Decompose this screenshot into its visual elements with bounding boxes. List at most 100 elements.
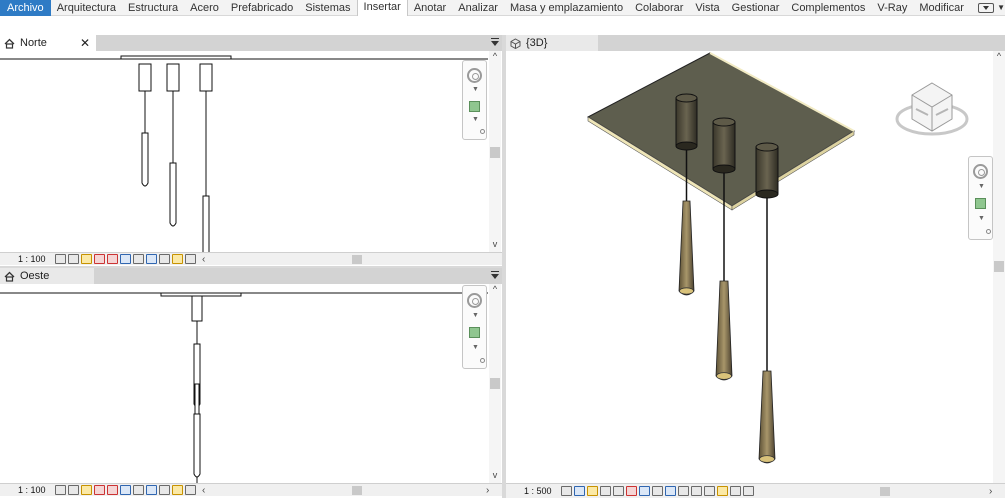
horizontal-scroll-thumb[interactable] [352,486,362,495]
scroll-thumb[interactable] [490,147,500,158]
vertical-scrollbar[interactable]: ^ v [489,284,501,484]
scroll-right-icon[interactable]: › [989,486,992,497]
scroll-up-icon[interactable]: ^ [993,51,1005,61]
steering-wheel-icon[interactable] [467,68,482,83]
sun-path-icon[interactable] [587,486,598,496]
view-tab-north[interactable]: Norte ✕ [0,35,96,51]
show-crop-icon[interactable] [639,486,650,496]
scroll-up-icon[interactable]: ^ [489,284,501,294]
crop-view-icon[interactable] [107,254,118,264]
crop-view-icon[interactable] [626,486,637,496]
ribbon-tab-masa-y-emplazamiento[interactable]: Masa y emplazamiento [504,0,629,16]
scroll-right-icon[interactable]: › [486,485,489,496]
zoom-icon[interactable] [469,327,480,338]
chevron-down-icon[interactable]: ▼ [472,86,479,93]
detail-level-icon[interactable] [561,486,572,496]
chevron-down-icon[interactable]: ▼ [997,3,1005,12]
ribbon-tab-sistemas[interactable]: Sistemas [299,0,356,16]
nav-bar-options-icon[interactable] [480,129,485,134]
constraints-icon[interactable] [730,486,741,496]
chevron-down-icon[interactable]: ▼ [978,183,985,190]
temporary-hide-icon[interactable] [665,486,676,496]
view-scale[interactable]: 1 : 500 [506,486,561,496]
ribbon-tab-modificar[interactable]: Modificar [913,0,970,16]
scroll-thumb[interactable] [490,378,500,389]
temporary-view-properties-icon[interactable] [159,254,170,264]
scroll-down-icon[interactable]: v [489,239,501,249]
constraints-icon[interactable] [185,485,196,495]
steering-wheel-icon[interactable] [467,293,482,308]
scroll-down-icon[interactable]: v [489,470,501,480]
ribbon-tab-estructura[interactable]: Estructura [122,0,184,16]
ribbon-tab-prefabricado[interactable]: Prefabricado [225,0,299,16]
west-elevation-view[interactable]: Oeste ▼ ▼ ^ v 1 : 100 ‹ › [0,268,502,498]
temporary-hide-icon[interactable] [133,485,144,495]
analysis-display-icon[interactable] [704,486,715,496]
navigation-bar[interactable]: ▼ ▼ [462,60,487,140]
3d-view[interactable]: {3D} ▼ ▼ ^ 1: 500 › [506,35,1005,498]
visual-style-icon[interactable] [574,486,585,496]
temporary-hide-icon[interactable] [133,254,144,264]
ribbon-tab-archivo[interactable]: Archivo [0,0,51,16]
panel-display-toggle-icon[interactable] [977,2,995,13]
ribbon-tab-insertar[interactable]: Insertar [356,0,408,16]
view-tab-3d[interactable]: {3D} [506,35,598,51]
vertical-scrollbar[interactable]: ^ v [489,51,501,253]
scroll-left-icon[interactable]: ‹ [202,485,205,496]
view-list-dropdown-icon[interactable] [491,271,499,280]
north-elevation-view[interactable]: Norte ✕ ▼ ▼ ^ v 1 : 100 ‹ [0,35,502,266]
temporary-view-properties-icon[interactable] [159,485,170,495]
worksharing-icon[interactable] [172,254,183,264]
sun-path-icon[interactable] [81,254,92,264]
steering-wheel-icon[interactable] [973,164,988,179]
ribbon-tab-acero[interactable]: Acero [184,0,225,16]
zoom-icon[interactable] [469,101,480,112]
shadows-icon[interactable] [600,486,611,496]
reveal-hidden-icon[interactable] [146,254,157,264]
ribbon-tab-v-ray[interactable]: V-Ray [871,0,913,16]
reveal-hidden-icon[interactable] [678,486,689,496]
crop-view-icon[interactable] [107,485,118,495]
ribbon-tab-arquitectura[interactable]: Arquitectura [51,0,122,16]
sun-path-icon[interactable] [81,485,92,495]
worksharing-icon[interactable] [172,485,183,495]
horizontal-scroll-thumb[interactable] [352,255,362,264]
show-crop-icon[interactable] [120,254,131,264]
detail-level-icon[interactable] [55,254,66,264]
nav-bar-options-icon[interactable] [480,358,485,363]
scroll-thumb[interactable] [994,261,1004,272]
constraints-icon[interactable] [185,254,196,264]
vertical-scrollbar[interactable]: ^ [993,51,1005,485]
visual-style-icon[interactable] [68,485,79,495]
navigation-bar[interactable]: ▼ ▼ [462,285,487,369]
lock-3d-view-icon[interactable] [652,486,663,496]
ribbon-tab-analizar[interactable]: Analizar [452,0,504,16]
ribbon-tab-gestionar[interactable]: Gestionar [726,0,786,16]
view-scale[interactable]: 1 : 100 [0,254,55,264]
detail-level-icon[interactable] [55,485,66,495]
temporary-view-properties-icon[interactable] [691,486,702,496]
show-crop-icon[interactable] [120,485,131,495]
ribbon-tab-complementos[interactable]: Complementos [785,0,871,16]
ribbon-tab-anotar[interactable]: Anotar [408,0,452,16]
chevron-down-icon[interactable]: ▼ [472,312,479,319]
scroll-left-icon[interactable]: ‹ [202,254,205,265]
chevron-down-icon[interactable]: ▼ [472,344,479,351]
shadows-icon[interactable] [94,485,105,495]
rendering-icon[interactable] [613,486,624,496]
view-scale[interactable]: 1 : 100 [0,485,55,495]
horizontal-scroll-thumb[interactable] [880,487,890,496]
reveal-hidden-icon[interactable] [146,485,157,495]
chevron-down-icon[interactable]: ▼ [978,215,985,222]
zoom-icon[interactable] [975,198,986,209]
close-view-button[interactable]: ✕ [80,36,90,50]
ribbon-tab-colaborar[interactable]: Colaborar [629,0,689,16]
view-list-dropdown-icon[interactable] [491,38,499,47]
view-cube-icon[interactable] [894,79,970,143]
shadows-icon[interactable] [94,254,105,264]
ribbon-tab-vista[interactable]: Vista [689,0,725,16]
navigation-bar[interactable]: ▼ ▼ [968,156,993,240]
nav-bar-options-icon[interactable] [986,229,991,234]
worksharing-icon[interactable] [717,486,728,496]
chevron-down-icon[interactable]: ▼ [472,116,479,123]
